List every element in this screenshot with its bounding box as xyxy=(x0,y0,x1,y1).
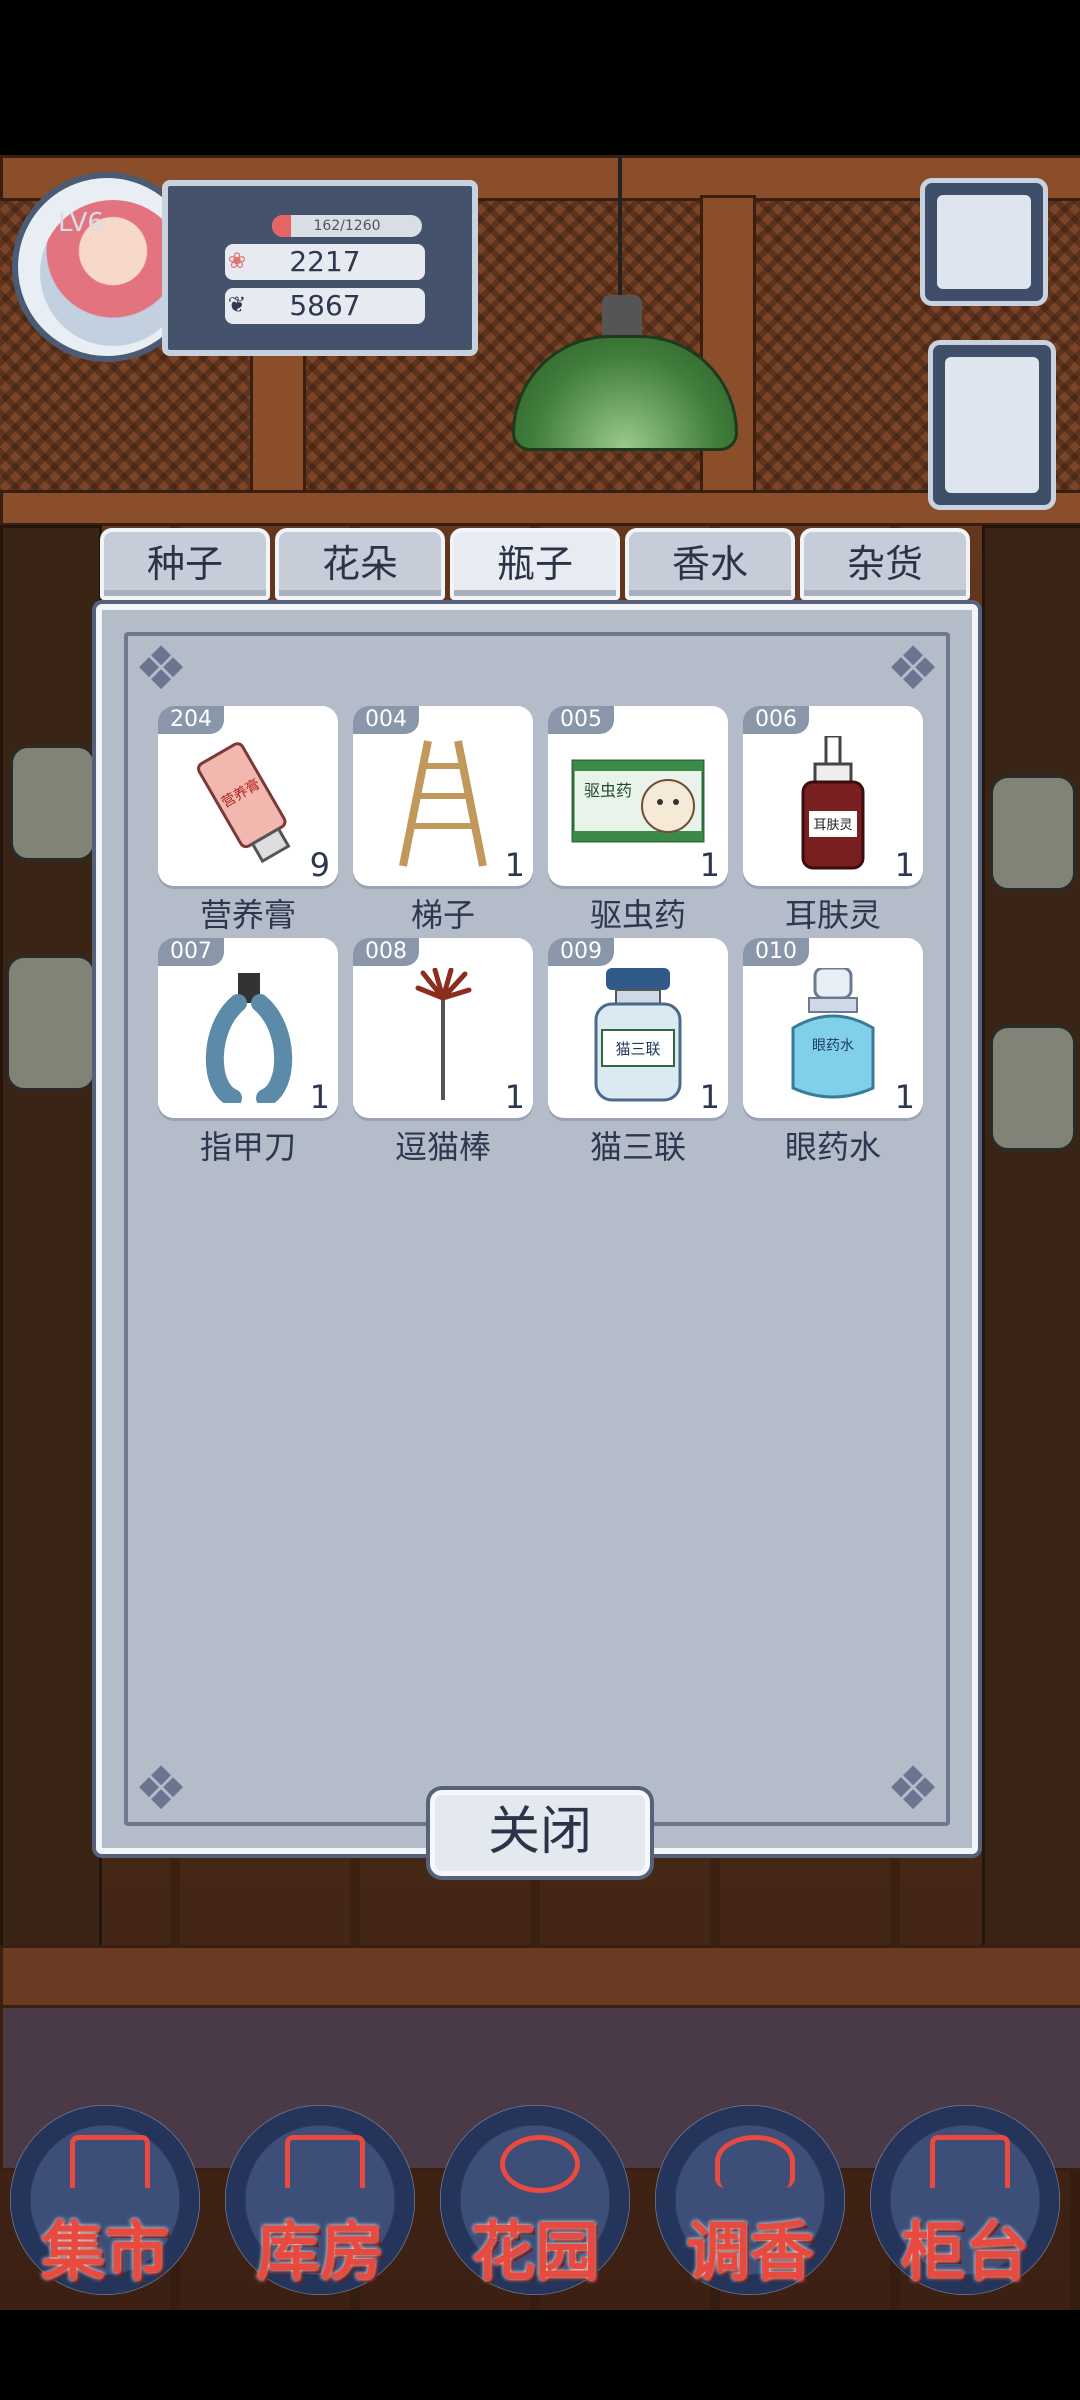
tab-flowers[interactable]: 花朵 xyxy=(275,528,445,600)
ladder-icon xyxy=(399,740,487,867)
petal-icon: ❀ xyxy=(227,249,247,274)
close-button[interactable]: 关闭 xyxy=(430,1790,650,1876)
item-name: 眼药水 xyxy=(784,1128,881,1166)
nav-warehouse[interactable]: 库房 xyxy=(225,2105,415,2295)
jar xyxy=(990,775,1076,891)
nav-garden[interactable]: 花园 xyxy=(440,2105,630,2295)
item-name: 指甲刀 xyxy=(199,1128,296,1166)
item-id: 204 xyxy=(158,706,224,734)
lamp-cord xyxy=(618,155,622,295)
nav-label: 集市 xyxy=(41,2216,169,2290)
jar xyxy=(990,1025,1076,1151)
house-icon xyxy=(285,2135,365,2188)
item-id: 007 xyxy=(158,938,224,966)
nav-label: 调香 xyxy=(686,2216,814,2290)
item-id: 004 xyxy=(353,706,419,734)
gate-icon xyxy=(70,2135,150,2188)
ranking-button[interactable] xyxy=(920,178,1048,306)
eye-drops-icon: 眼药水 xyxy=(791,968,875,1099)
item-id: 010 xyxy=(743,938,809,966)
podium-icon xyxy=(937,195,1031,289)
item-card-cat-teaser[interactable]: 008 1 逗猫棒 xyxy=(353,938,533,1166)
item-name: 逗猫棒 xyxy=(394,1128,491,1166)
task-clipboard-button[interactable] xyxy=(928,340,1056,510)
tab-perfume[interactable]: 香水 xyxy=(625,528,795,600)
item-count: 1 xyxy=(699,1078,720,1116)
item-card-nail-clipper[interactable]: 007 1 指甲刀 xyxy=(158,938,338,1166)
experience-text: 162/1260 xyxy=(313,218,381,234)
corner-ornament-icon: ❖ xyxy=(886,1754,940,1824)
leaf-icon: ❦ xyxy=(227,293,247,318)
item-id: 008 xyxy=(353,938,419,966)
jar xyxy=(10,745,96,861)
svg-text:驱虫药: 驱虫药 xyxy=(584,781,632,800)
nav-counter[interactable]: 柜台 xyxy=(870,2105,1060,2295)
tab-seeds[interactable]: 种子 xyxy=(100,528,270,600)
item-name: 驱虫药 xyxy=(589,896,686,934)
experience-bar: 162/1260 xyxy=(272,215,422,237)
nav-label: 花园 xyxy=(471,2216,599,2290)
svg-text:猫三联: 猫三联 xyxy=(615,1040,660,1058)
item-count: 1 xyxy=(894,846,915,884)
cat-teaser-icon xyxy=(415,968,472,1100)
ointment-tube-icon: 营养膏 xyxy=(197,742,291,864)
item-count: 9 xyxy=(309,846,330,884)
petal-currency: ❀ 2217 xyxy=(225,244,425,280)
item-name: 猫三联 xyxy=(589,1128,686,1166)
item-card-ear-drops[interactable]: 耳肤灵 006 1 耳肤灵 xyxy=(743,706,923,934)
item-id: 009 xyxy=(548,938,614,966)
item-name: 营养膏 xyxy=(199,896,296,934)
nav-market[interactable]: 集市 xyxy=(10,2105,200,2295)
perfume-flask-icon xyxy=(715,2135,795,2188)
item-card-vaccine[interactable]: 猫三联 009 1 猫三联 xyxy=(548,938,728,1166)
tab-sundries[interactable]: 杂货 xyxy=(800,528,970,600)
item-card-eye-drops[interactable]: 眼药水 010 1 眼药水 xyxy=(743,938,923,1166)
nav-label: 柜台 xyxy=(901,2216,1029,2290)
vaccine-vial-icon: 猫三联 xyxy=(594,968,682,1102)
item-count: 1 xyxy=(504,846,525,884)
leaf-currency: ❦ 5867 xyxy=(225,288,425,324)
nav-blending[interactable]: 调香 xyxy=(655,2105,845,2295)
corner-ornament-icon: ❖ xyxy=(134,1754,188,1824)
item-name: 耳肤灵 xyxy=(784,896,881,934)
green-lamp xyxy=(512,295,738,451)
tab-bottles[interactable]: 瓶子 xyxy=(450,528,620,600)
clipboard-icon xyxy=(945,357,1039,493)
counter-top xyxy=(0,1945,1080,2011)
item-count: 1 xyxy=(309,1078,330,1116)
item-card-ladder[interactable]: 004 1 梯子 xyxy=(353,706,533,934)
item-id: 006 xyxy=(743,706,809,734)
ear-drop-bottle-icon: 耳肤灵 xyxy=(801,736,865,870)
item-count: 1 xyxy=(504,1078,525,1116)
wood-beam xyxy=(0,490,1080,526)
svg-text:耳肤灵: 耳肤灵 xyxy=(813,818,852,833)
right-shelf xyxy=(982,525,1080,2091)
svg-text:眼药水: 眼药水 xyxy=(812,1038,854,1054)
item-card-ointment[interactable]: 营养膏 204 9 营养膏 xyxy=(158,706,338,934)
leaf-currency-value: 5867 xyxy=(289,289,361,322)
item-card-dewormer[interactable]: 驱虫药 005 1 驱虫药 xyxy=(548,706,728,934)
nav-label: 库房 xyxy=(256,2216,384,2290)
counter-icon xyxy=(930,2135,1010,2188)
jar xyxy=(6,955,96,1091)
player-level: LV6 xyxy=(58,208,104,238)
item-name: 梯子 xyxy=(410,896,475,934)
petal-currency-value: 2217 xyxy=(289,245,361,278)
dewormer-box-icon: 驱虫药 xyxy=(571,759,705,843)
rose-icon xyxy=(500,2135,580,2193)
item-id: 005 xyxy=(548,706,614,734)
nail-clipper-icon xyxy=(205,973,293,1103)
item-count: 1 xyxy=(699,846,720,884)
item-count: 1 xyxy=(894,1078,915,1116)
